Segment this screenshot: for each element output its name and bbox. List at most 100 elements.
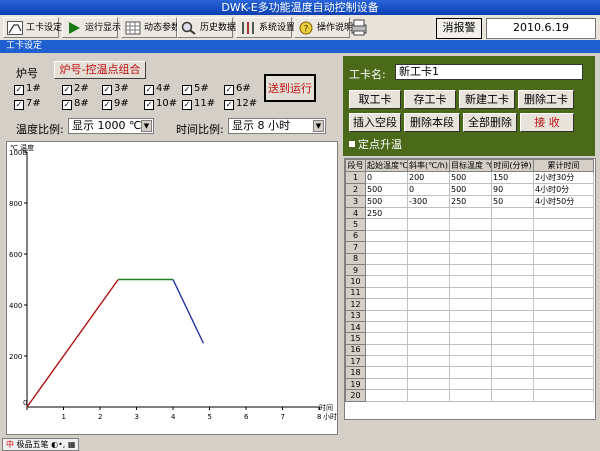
table-cell[interactable] — [365, 229, 408, 243]
table-row[interactable]: 7 — [345, 241, 594, 254]
table-row[interactable]: 19 — [345, 377, 594, 391]
table-cell[interactable] — [491, 377, 534, 391]
table-cell[interactable] — [365, 275, 408, 288]
table-row[interactable]: 4 250 — [345, 206, 594, 220]
save-card-button[interactable]: 存工卡 — [404, 90, 456, 109]
table-row[interactable]: 5 — [345, 218, 594, 231]
table-row[interactable]: 18 — [345, 366, 594, 379]
table-cell[interactable] — [407, 286, 450, 300]
furnace-checkbox[interactable]: ✓ 11# — [182, 98, 215, 110]
furnace-checkbox[interactable]: ✓ 4# — [144, 83, 171, 95]
delete-segment-button[interactable]: 删除本段 — [404, 113, 460, 132]
table-cell[interactable] — [365, 389, 408, 402]
table-cell[interactable]: 4小时0分 — [533, 183, 594, 196]
table-cell[interactable] — [407, 263, 450, 277]
table-cell[interactable] — [365, 241, 408, 254]
toolbar-run-display-button[interactable]: 运行显示 — [62, 17, 121, 38]
table-cell[interactable] — [365, 377, 408, 391]
table-cell[interactable] — [533, 206, 594, 220]
table-row[interactable]: 14 — [345, 320, 594, 334]
table-cell[interactable] — [365, 218, 408, 231]
table-cell[interactable] — [491, 298, 534, 311]
table-cell[interactable] — [491, 263, 534, 277]
table-cell[interactable] — [533, 366, 594, 379]
table-cell[interactable] — [407, 309, 450, 322]
table-cell[interactable]: 200 — [407, 171, 450, 184]
table-cell[interactable] — [491, 241, 534, 254]
table-cell[interactable] — [449, 332, 492, 345]
table-row[interactable]: 15 — [345, 332, 594, 345]
table-cell[interactable] — [533, 389, 594, 402]
table-cell[interactable] — [365, 252, 408, 265]
table-cell[interactable] — [365, 320, 408, 334]
printer-icon[interactable] — [350, 18, 368, 37]
toolbar-help-button[interactable]: ? 操作说明 — [294, 17, 353, 38]
table-cell[interactable] — [407, 298, 450, 311]
table-cell[interactable] — [449, 366, 492, 379]
table-cell[interactable] — [533, 298, 594, 311]
table-row[interactable]: 6 — [345, 229, 594, 243]
table-cell[interactable] — [449, 343, 492, 357]
table-cell[interactable] — [533, 377, 594, 391]
table-cell[interactable] — [491, 389, 534, 402]
table-row[interactable]: 1 0 200 500 150 2小时30分 — [345, 171, 594, 184]
table-cell[interactable] — [407, 355, 450, 368]
table-cell[interactable] — [533, 286, 594, 300]
table-row[interactable]: 12 — [345, 298, 594, 311]
toolbar-history-data-button[interactable]: 历史数据 — [177, 17, 236, 38]
table-cell[interactable] — [407, 366, 450, 379]
table-cell[interactable] — [533, 343, 594, 357]
table-cell[interactable]: 250 — [449, 195, 492, 208]
table-cell[interactable] — [449, 241, 492, 254]
table-cell[interactable]: 0 — [365, 171, 408, 184]
card-name-input[interactable]: 新工卡1 — [395, 64, 583, 80]
new-card-button[interactable]: 新建工卡 — [459, 90, 515, 109]
furnace-checkbox[interactable]: ✓ 7# — [14, 98, 41, 110]
table-cell[interactable] — [407, 218, 450, 231]
table-cell[interactable] — [449, 218, 492, 231]
table-row[interactable]: 9 — [345, 263, 594, 277]
furnace-checkbox[interactable]: ✓ 1# — [14, 83, 41, 95]
table-cell[interactable]: 500 — [365, 183, 408, 196]
fixed-point-heating-checkbox[interactable]: 定点升温 — [349, 136, 402, 152]
temp-scale-select[interactable]: 显示 1000 ℃ ▼ — [68, 118, 154, 134]
table-row[interactable]: 16 — [345, 343, 594, 357]
furnace-checkbox[interactable]: ✓ 12# — [224, 98, 257, 110]
table-cell[interactable] — [365, 309, 408, 322]
table-cell[interactable] — [491, 286, 534, 300]
table-cell[interactable] — [533, 241, 594, 254]
table-cell[interactable] — [449, 206, 492, 220]
fetch-card-button[interactable]: 取工卡 — [349, 90, 401, 109]
table-cell[interactable]: 250 — [365, 206, 408, 220]
table-cell[interactable] — [449, 263, 492, 277]
table-cell[interactable]: 2小时30分 — [533, 171, 594, 184]
table-cell[interactable] — [533, 229, 594, 243]
table-cell[interactable] — [533, 320, 594, 334]
table-cell[interactable]: 150 — [491, 171, 534, 184]
delete-all-button[interactable]: 全部删除 — [463, 113, 517, 132]
table-cell[interactable] — [533, 218, 594, 231]
furnace-checkbox[interactable]: ✓ 2# — [62, 83, 89, 95]
table-cell[interactable] — [449, 320, 492, 334]
table-row[interactable]: 8 — [345, 252, 594, 265]
table-row[interactable]: 20 — [345, 389, 594, 402]
table-cell[interactable] — [365, 343, 408, 357]
table-cell[interactable]: 0 — [407, 183, 450, 196]
table-cell[interactable] — [449, 298, 492, 311]
table-cell[interactable]: 90 — [491, 183, 534, 196]
table-cell[interactable] — [449, 389, 492, 402]
table-row[interactable]: 10 — [345, 275, 594, 288]
table-cell[interactable] — [449, 377, 492, 391]
table-cell[interactable]: -300 — [407, 195, 450, 208]
time-scale-select[interactable]: 显示 8 小时 ▼ — [228, 118, 326, 134]
table-cell[interactable] — [533, 355, 594, 368]
table-cell[interactable] — [407, 389, 450, 402]
table-cell[interactable] — [407, 377, 450, 391]
table-cell[interactable] — [449, 252, 492, 265]
table-cell[interactable] — [491, 343, 534, 357]
insert-segment-button[interactable]: 插入空段 — [349, 113, 401, 132]
send-to-run-button[interactable]: 送到运行 — [264, 74, 316, 102]
table-cell[interactable] — [365, 366, 408, 379]
table-cell[interactable] — [449, 229, 492, 243]
table-cell[interactable] — [449, 286, 492, 300]
